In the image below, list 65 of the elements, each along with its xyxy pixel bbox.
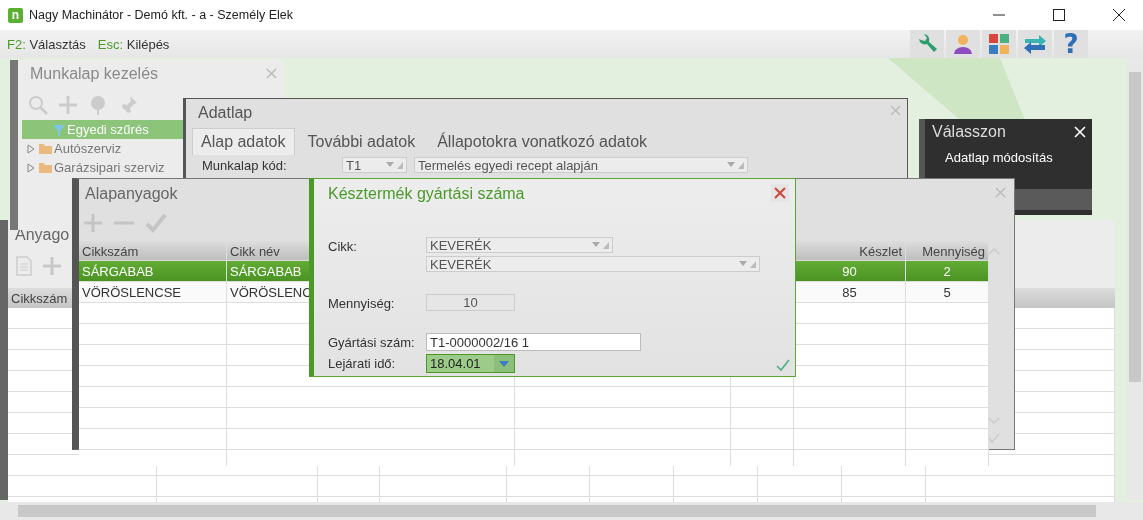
add-icon[interactable]: [58, 95, 78, 115]
column-header: Mennyiség: [906, 241, 989, 260]
scroll-up-icon[interactable]: [988, 247, 1000, 255]
scroll-down-icon[interactable]: [988, 417, 1000, 425]
menu-title: Válasszon: [932, 123, 1006, 141]
date-field[interactable]: 18.04.01: [426, 354, 515, 373]
table-cell: 5: [906, 282, 989, 302]
dropdown-caret-icon[interactable]: [727, 160, 745, 170]
folder-icon: [39, 162, 52, 173]
panel-title: Adatlap: [198, 104, 253, 122]
help-button[interactable]: ?: [1054, 30, 1088, 58]
expand-arrow-icon[interactable]: [27, 162, 35, 173]
search-icon[interactable]: [28, 95, 48, 115]
dropdown-caret-icon[interactable]: [499, 360, 509, 367]
close-icon[interactable]: [1113, 9, 1125, 21]
panel-title: Alapanyagok: [85, 185, 178, 203]
swap-arrows-icon[interactable]: [1018, 30, 1052, 58]
tree-item[interactable]: Autószerviz: [22, 139, 183, 158]
tab[interactable]: Állapotokra vonatkozó adatok: [428, 128, 657, 155]
tiles-icon[interactable]: [982, 30, 1016, 58]
input-field[interactable]: T1-0000002/16 1: [426, 333, 641, 351]
document-icon[interactable]: [16, 256, 32, 276]
check-icon[interactable]: [988, 433, 1000, 443]
menu-item[interactable]: Adatlap módosítás: [945, 150, 1092, 165]
dropdown-field[interactable]: Termelés egyedi recept alapján: [414, 157, 748, 173]
table-cell: SÁRGABAB: [79, 261, 227, 281]
dropdown-field[interactable]: T1: [342, 157, 407, 173]
maximize-icon[interactable]: [1053, 9, 1065, 21]
column-header: Cikkszám: [79, 241, 227, 260]
table-cell: 2: [906, 261, 989, 281]
dropdown-field[interactable]: KEVERÉK: [426, 237, 613, 253]
shortcut-hint[interactable]: Esc: Kilépés: [90, 36, 175, 52]
field-label: Lejárati idő:: [328, 355, 397, 373]
column-header: Cikkszám: [11, 290, 68, 306]
add-icon[interactable]: [83, 213, 103, 233]
dropdown-caret-icon[interactable]: [739, 259, 757, 269]
folder-icon: [39, 143, 52, 154]
user-icon[interactable]: [946, 30, 980, 58]
vertical-scrollbar[interactable]: [1127, 58, 1143, 500]
panel-title: Anyago: [15, 226, 70, 244]
field-label: Munkalap kód:: [202, 157, 288, 173]
field-label: Cikk:: [328, 238, 358, 256]
expand-arrow-icon[interactable]: [27, 143, 35, 154]
shortcut-hint[interactable]: F2: Választás: [0, 36, 91, 52]
add-icon[interactable]: [42, 256, 62, 276]
check-icon[interactable]: [145, 213, 167, 233]
dropdown-caret-icon[interactable]: [592, 240, 610, 250]
dropdown-caret-icon[interactable]: [386, 160, 404, 170]
wrench-icon[interactable]: [910, 30, 944, 58]
close-button[interactable]: [771, 184, 789, 202]
field-label: Gyártási szám:: [328, 334, 416, 351]
app-logo: n: [8, 7, 23, 23]
dialog-title: Késztermék gyártási száma: [328, 185, 525, 203]
dropdown-field[interactable]: KEVERÉK: [426, 256, 760, 272]
window-title: Nagy Machinátor - Demó kft. - a - Személy Elek: [29, 8, 293, 22]
tab[interactable]: További adatok: [298, 128, 425, 155]
table-cell: VÖRÖSLENCSE: [79, 282, 227, 302]
filter-icon: [53, 123, 65, 136]
tree-icon[interactable]: [88, 95, 108, 115]
panel-title: Munkalap kezelés: [30, 65, 159, 83]
quantity-field[interactable]: 10: [426, 294, 515, 311]
tab[interactable]: Alap adatok: [192, 128, 295, 155]
horizontal-scrollbar[interactable]: [0, 502, 1143, 520]
tree-item[interactable]: Garázsipari szerviz: [22, 158, 183, 177]
confirm-check-icon[interactable]: [775, 358, 791, 372]
